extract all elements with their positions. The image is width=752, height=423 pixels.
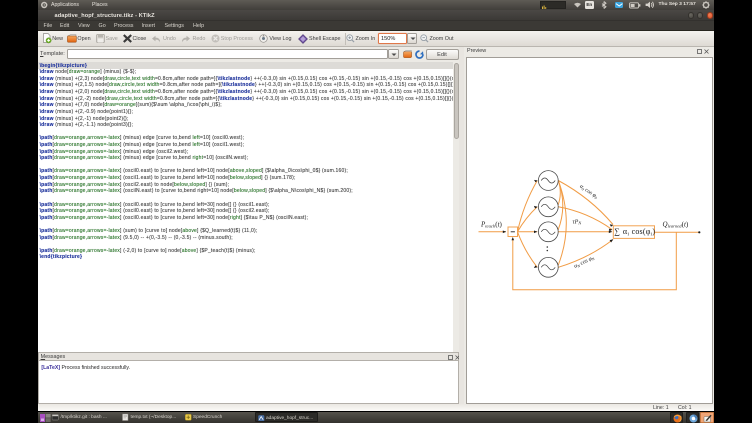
svg-text:Pteach(t): Pteach(t) xyxy=(480,220,503,228)
svg-text:Qlearned(t): Qlearned(t) xyxy=(662,220,688,228)
svg-text:α0 cos φ0: α0 cos φ0 xyxy=(578,183,598,200)
svg-text:∑ αi cos(φi): ∑ αi cos(φi) xyxy=(614,227,655,237)
svg-text:τPN: τPN xyxy=(572,219,581,225)
